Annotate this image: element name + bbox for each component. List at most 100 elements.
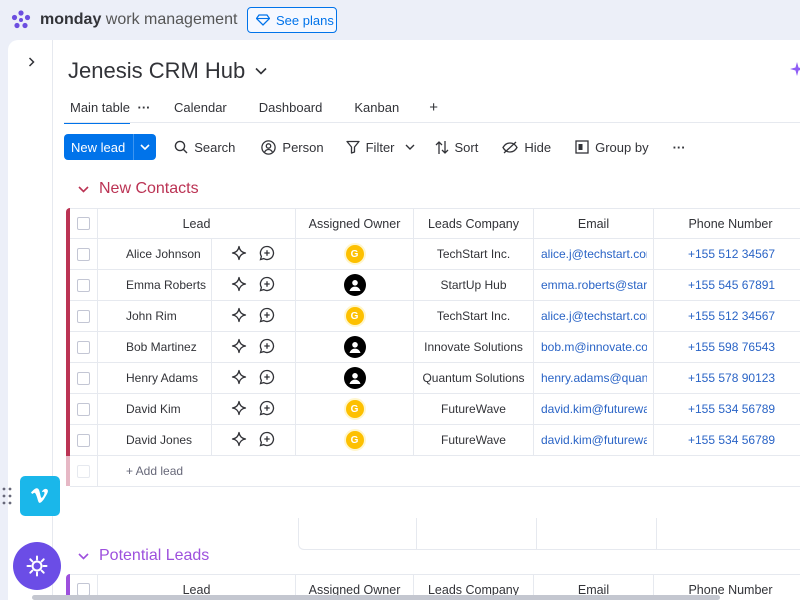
row-select-cell[interactable]: [70, 363, 98, 394]
lead-cell[interactable]: Bob Martinez: [98, 332, 296, 363]
email-cell[interactable]: bob.m@innovate.com: [534, 332, 654, 363]
row-checkbox[interactable]: [77, 247, 90, 261]
tab-kanban[interactable]: Kanban: [348, 92, 405, 122]
owner-cell[interactable]: [296, 270, 414, 301]
table-row[interactable]: Henry Adams Quantum Solutions henry.adams@…: [70, 363, 800, 394]
email-cell[interactable]: emma.roberts@startuphub.com: [534, 270, 654, 301]
avatar[interactable]: [343, 367, 366, 389]
phone-link[interactable]: +155 534 56789: [688, 433, 775, 447]
email-link[interactable]: david.kim@futurewave.com: [541, 433, 647, 447]
board-title[interactable]: Jenesis CRM Hub: [68, 58, 267, 84]
filter-button[interactable]: Filter: [336, 134, 399, 160]
phone-cell[interactable]: +155 534 56789: [654, 394, 800, 425]
row-checkbox[interactable]: [77, 309, 90, 323]
lead-cell[interactable]: David Kim: [98, 394, 296, 425]
email-cell[interactable]: alice.j@techstart.com: [534, 301, 654, 332]
row-select-cell[interactable]: [70, 301, 98, 332]
vimeo-widget-button[interactable]: [20, 476, 60, 516]
row-checkbox[interactable]: [77, 340, 90, 354]
add-update-icon[interactable]: [259, 400, 275, 419]
row-checkbox[interactable]: [77, 433, 90, 447]
email-cell[interactable]: david.kim@futurewave.com: [534, 394, 654, 425]
phone-cell[interactable]: +155 545 67891: [654, 270, 800, 301]
group-title[interactable]: New Contacts: [99, 180, 199, 198]
row-select-cell[interactable]: [70, 425, 98, 456]
table-row[interactable]: Bob Martinez Innovate Solutions bob.m@inno…: [70, 332, 800, 363]
phone-link[interactable]: +155 512 34567: [688, 247, 775, 261]
company-cell[interactable]: Innovate Solutions: [414, 332, 534, 363]
phone-link[interactable]: +155 545 67891: [688, 278, 775, 292]
avatar[interactable]: G: [343, 429, 366, 451]
company-cell[interactable]: FutureWave: [414, 425, 534, 456]
help-widget-button[interactable]: [13, 542, 61, 590]
chevron-down-icon[interactable]: [78, 552, 89, 560]
avatar[interactable]: G: [343, 398, 366, 420]
owner-cell[interactable]: G: [296, 301, 414, 332]
search-button[interactable]: Search: [164, 134, 245, 160]
add-update-icon[interactable]: [259, 276, 275, 295]
phone-link[interactable]: +155 578 90123: [688, 371, 775, 385]
table-row[interactable]: Alice Johnson G TechStart Inc. alice.j@tech…: [70, 239, 800, 270]
add-lead-input[interactable]: + Add lead: [98, 456, 800, 487]
chevron-down-icon[interactable]: [78, 185, 89, 193]
phone-cell[interactable]: +155 512 34567: [654, 239, 800, 270]
phone-cell[interactable]: +155 512 34567: [654, 301, 800, 332]
row-select-cell[interactable]: [70, 332, 98, 363]
filter-dropdown[interactable]: [399, 134, 421, 160]
horizontal-scrollbar[interactable]: [32, 595, 720, 600]
new-lead-label[interactable]: New lead: [64, 134, 135, 160]
new-lead-button[interactable]: New lead: [64, 134, 157, 160]
phone-link[interactable]: +155 534 56789: [688, 402, 775, 416]
chevron-down-icon[interactable]: [255, 67, 267, 75]
row-select-cell[interactable]: [70, 239, 98, 270]
email-link[interactable]: bob.m@innovate.com: [541, 340, 647, 354]
add-view-button[interactable]: +: [423, 92, 444, 122]
email-cell[interactable]: david.kim@futurewave.com: [534, 425, 654, 456]
group-header-new-contacts[interactable]: New Contacts: [78, 180, 199, 198]
lead-name[interactable]: Henry Adams: [98, 363, 212, 393]
column-header-phone[interactable]: Phone Number: [654, 208, 800, 239]
lead-name[interactable]: Emma Roberts: [98, 270, 212, 300]
add-lead-row[interactable]: + Add lead: [70, 456, 800, 487]
owner-cell[interactable]: G: [296, 239, 414, 270]
add-update-icon[interactable]: [259, 431, 275, 450]
add-update-icon[interactable]: [259, 338, 275, 357]
owner-cell[interactable]: G: [296, 394, 414, 425]
row-checkbox[interactable]: [77, 371, 90, 385]
row-select-cell[interactable]: [70, 270, 98, 301]
tab-dashboard[interactable]: Dashboard: [253, 92, 329, 122]
lead-cell[interactable]: Emma Roberts: [98, 270, 296, 301]
ai-sparkle-icon[interactable]: [231, 276, 247, 295]
column-header-email[interactable]: Email: [534, 208, 654, 239]
drag-handle-icon[interactable]: [2, 486, 12, 506]
company-cell[interactable]: Quantum Solutions: [414, 363, 534, 394]
add-update-icon[interactable]: [259, 369, 275, 388]
owner-cell[interactable]: [296, 332, 414, 363]
email-link[interactable]: alice.j@techstart.com: [541, 309, 647, 323]
avatar[interactable]: [343, 274, 366, 296]
sort-button[interactable]: Sort: [425, 134, 489, 160]
brand-name[interactable]: monday work management: [40, 11, 237, 29]
column-header-company[interactable]: Leads Company: [414, 208, 534, 239]
email-link[interactable]: david.kim@futurewave.com: [541, 402, 647, 416]
sidebar-expand-button[interactable]: [22, 52, 40, 72]
ai-sparkle-icon[interactable]: [231, 307, 247, 326]
see-plans-button[interactable]: See plans: [247, 7, 337, 33]
avatar[interactable]: G: [343, 305, 366, 327]
phone-cell[interactable]: +155 578 90123: [654, 363, 800, 394]
column-header-owner[interactable]: Assigned Owner: [296, 208, 414, 239]
table-row[interactable]: David Kim G FutureWave david.kim@futurewave…: [70, 394, 800, 425]
lead-name[interactable]: Alice Johnson: [98, 239, 212, 269]
lead-name[interactable]: John Rim: [98, 301, 212, 331]
ai-sparkle-icon[interactable]: [790, 62, 800, 76]
row-select-cell[interactable]: [70, 394, 98, 425]
group-title[interactable]: Potential Leads: [99, 547, 209, 565]
ai-sparkle-icon[interactable]: [231, 369, 247, 388]
lead-name[interactable]: David Jones: [98, 425, 212, 455]
table-row[interactable]: John Rim G TechStart Inc. alice.j@techstart…: [70, 301, 800, 332]
person-filter-button[interactable]: Person: [251, 134, 333, 160]
lead-name[interactable]: David Kim: [98, 394, 212, 424]
ai-sparkle-icon[interactable]: [231, 245, 247, 264]
ai-sparkle-icon[interactable]: [231, 400, 247, 419]
tab-main-table-menu[interactable]: ···: [130, 92, 158, 122]
